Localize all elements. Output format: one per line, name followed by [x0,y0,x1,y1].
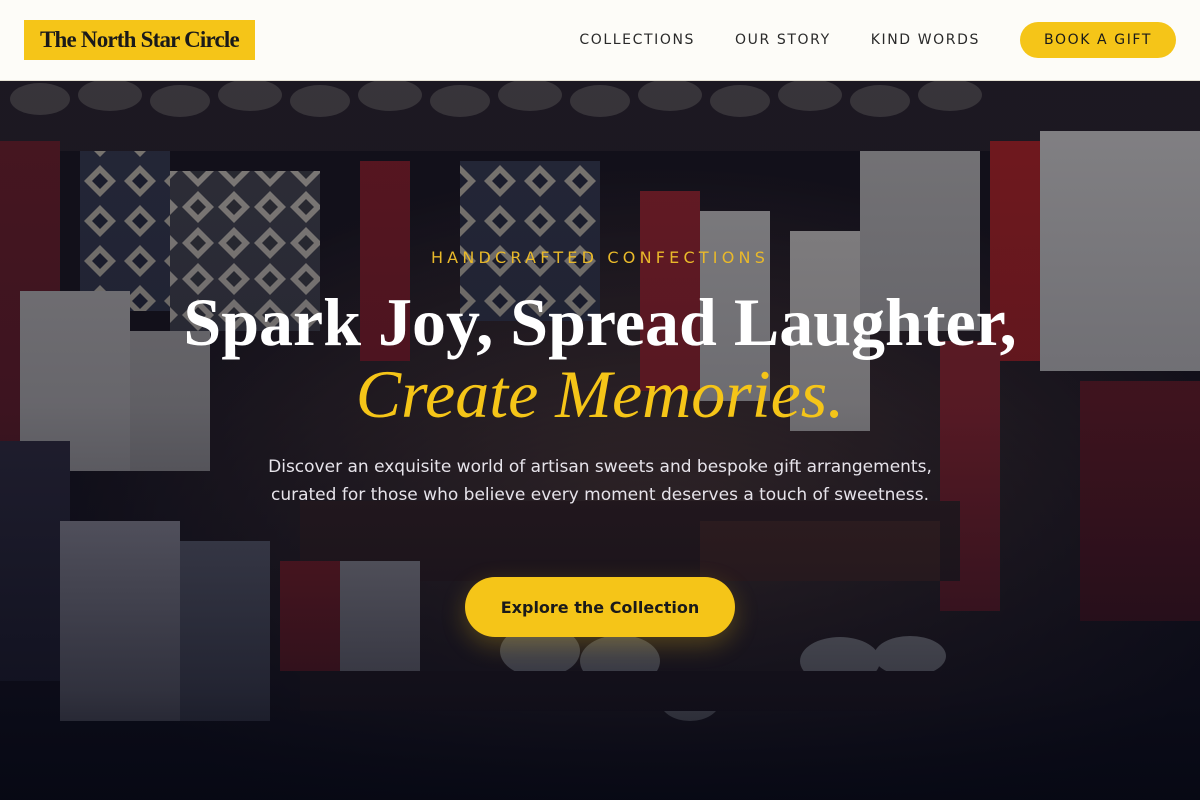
nav-link-collections[interactable]: COLLECTIONS [579,32,695,48]
main-nav: COLLECTIONS OUR STORY KIND WORDS BOOK A … [579,22,1176,58]
hero-headline-line1: Spark Joy, Spread Laughter, [183,284,1017,360]
hero-headline-line2: Create Memories. [355,356,845,432]
brand-logo[interactable]: The North Star Circle [24,20,255,60]
nav-link-our-story[interactable]: OUR STORY [735,32,831,48]
hero-section: HANDCRAFTED CONFECTIONS Spark Joy, Sprea… [0,81,1200,800]
site-header: The North Star Circle COLLECTIONS OUR ST… [0,0,1200,81]
hero-eyebrow: HANDCRAFTED CONFECTIONS [430,248,770,267]
book-a-gift-button[interactable]: BOOK A GIFT [1020,22,1176,58]
explore-collection-button[interactable]: Explore the Collection [465,577,735,637]
hero-content: HANDCRAFTED CONFECTIONS Spark Joy, Sprea… [0,81,1200,800]
nav-link-kind-words[interactable]: KIND WORDS [871,32,980,48]
brand-name: The North Star Circle [40,27,240,52]
hero-description: Discover an exquisite world of artisan s… [268,457,932,505]
